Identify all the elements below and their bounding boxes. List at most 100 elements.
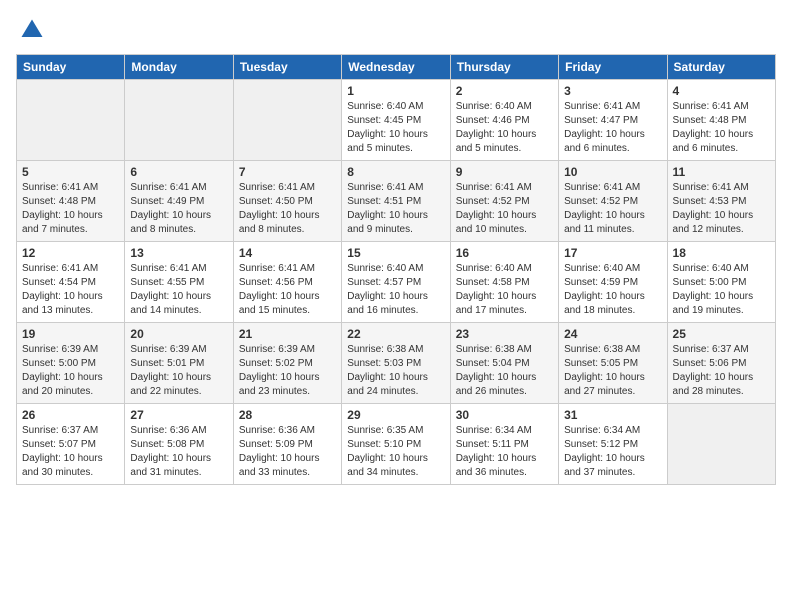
day-info: Sunrise: 6:41 AMSunset: 4:56 PMDaylight:…	[239, 262, 336, 318]
day-info: Sunrise: 6:38 AMSunset: 5:04 PMDaylight:…	[456, 343, 553, 399]
day-number: 11	[673, 165, 770, 179]
calendar-cell: 4Sunrise: 6:41 AMSunset: 4:48 PMDaylight…	[667, 80, 775, 161]
day-info: Sunrise: 6:41 AMSunset: 4:53 PMDaylight:…	[673, 181, 770, 237]
day-number: 24	[564, 327, 661, 341]
day-number: 7	[239, 165, 336, 179]
day-number: 8	[347, 165, 444, 179]
calendar-cell: 29 Sunrise: 6:35 AMSunset: 5:10 PMDayligh…	[342, 404, 450, 485]
day-info: Sunrise: 6:39 AMSunset: 5:00 PMDaylight:…	[22, 343, 119, 399]
day-number: 28	[239, 408, 336, 422]
calendar-week-4: 19 Sunrise: 6:39 AMSunset: 5:00 PMDayligh…	[17, 323, 776, 404]
day-info: Sunrise: 6:39 AMSunset: 5:01 PMDaylight:…	[130, 343, 227, 399]
calendar-cell: 1 Sunrise: 6:40 AMSunset: 4:45 PMDaylight…	[342, 80, 450, 161]
day-info: Sunrise: 6:41 AMSunset: 4:52 PMDaylight:…	[456, 181, 553, 237]
day-number: 9	[456, 165, 553, 179]
day-info: Sunrise: 6:41 AMSunset: 4:47 PMDaylight:…	[564, 100, 661, 156]
calendar-cell: 16 Sunrise: 6:40 AMSunset: 4:58 PMDayligh…	[450, 242, 558, 323]
calendar-cell: 22Sunrise: 6:38 AMSunset: 5:03 PMDayligh…	[342, 323, 450, 404]
day-number: 29	[347, 408, 444, 422]
calendar-cell	[233, 80, 341, 161]
calendar-cell: 27 Sunrise: 6:36 AMSunset: 5:08 PMDayligh…	[125, 404, 233, 485]
day-info: Sunrise: 6:34 AMSunset: 5:12 PMDaylight:…	[564, 424, 661, 480]
calendar-week-3: 12Sunrise: 6:41 AMSunset: 4:54 PMDayligh…	[17, 242, 776, 323]
day-number: 6	[130, 165, 227, 179]
calendar-cell: 10Sunrise: 6:41 AMSunset: 4:52 PMDayligh…	[559, 161, 667, 242]
day-number: 30	[456, 408, 553, 422]
day-info: Sunrise: 6:40 AMSunset: 4:59 PMDaylight:…	[564, 262, 661, 318]
calendar-header-wednesday: Wednesday	[342, 55, 450, 80]
calendar-header-sunday: Sunday	[17, 55, 125, 80]
day-info: Sunrise: 6:37 AMSunset: 5:06 PMDaylight:…	[673, 343, 770, 399]
day-number: 1	[347, 84, 444, 98]
day-info: Sunrise: 6:37 AMSunset: 5:07 PMDaylight:…	[22, 424, 119, 480]
day-number: 23	[456, 327, 553, 341]
day-info: Sunrise: 6:39 AMSunset: 5:02 PMDaylight:…	[239, 343, 336, 399]
calendar-header-saturday: Saturday	[667, 55, 775, 80]
page-header	[16, 16, 776, 44]
calendar-cell: 17 Sunrise: 6:40 AMSunset: 4:59 PMDayligh…	[559, 242, 667, 323]
calendar-cell: 2 Sunrise: 6:40 AMSunset: 4:46 PMDaylight…	[450, 80, 558, 161]
logo-icon	[18, 16, 46, 44]
calendar-cell: 15 Sunrise: 6:40 AMSunset: 4:57 PMDayligh…	[342, 242, 450, 323]
day-number: 4	[673, 84, 770, 98]
logo	[16, 16, 46, 44]
day-info: Sunrise: 6:41 AMSunset: 4:50 PMDaylight:…	[239, 181, 336, 237]
day-info: Sunrise: 6:41 AMSunset: 4:51 PMDaylight:…	[347, 181, 444, 237]
calendar-cell: 5 Sunrise: 6:41 AMSunset: 4:48 PMDaylight…	[17, 161, 125, 242]
day-number: 14	[239, 246, 336, 260]
day-info: Sunrise: 6:41 AMSunset: 4:52 PMDaylight:…	[564, 181, 661, 237]
day-number: 19	[22, 327, 119, 341]
day-number: 22	[347, 327, 444, 341]
calendar-cell: 19 Sunrise: 6:39 AMSunset: 5:00 PMDayligh…	[17, 323, 125, 404]
day-info: Sunrise: 6:41 AMSunset: 4:49 PMDaylight:…	[130, 181, 227, 237]
day-info: Sunrise: 6:35 AMSunset: 5:10 PMDaylight:…	[347, 424, 444, 480]
day-info: Sunrise: 6:40 AMSunset: 4:46 PMDaylight:…	[456, 100, 553, 156]
day-info: Sunrise: 6:40 AMSunset: 4:58 PMDaylight:…	[456, 262, 553, 318]
day-number: 15	[347, 246, 444, 260]
calendar-header-friday: Friday	[559, 55, 667, 80]
day-number: 16	[456, 246, 553, 260]
day-number: 5	[22, 165, 119, 179]
day-info: Sunrise: 6:36 AMSunset: 5:08 PMDaylight:…	[130, 424, 227, 480]
calendar-cell: 18 Sunrise: 6:40 AMSunset: 5:00 PMDayligh…	[667, 242, 775, 323]
calendar-week-2: 5 Sunrise: 6:41 AMSunset: 4:48 PMDaylight…	[17, 161, 776, 242]
calendar-cell: 13 Sunrise: 6:41 AMSunset: 4:55 PMDayligh…	[125, 242, 233, 323]
calendar-cell: 9 Sunrise: 6:41 AMSunset: 4:52 PMDaylight…	[450, 161, 558, 242]
calendar-cell: 21 Sunrise: 6:39 AMSunset: 5:02 PMDayligh…	[233, 323, 341, 404]
day-info: Sunrise: 6:36 AMSunset: 5:09 PMDaylight:…	[239, 424, 336, 480]
calendar-cell: 11 Sunrise: 6:41 AMSunset: 4:53 PMDayligh…	[667, 161, 775, 242]
day-info: Sunrise: 6:40 AMSunset: 5:00 PMDaylight:…	[673, 262, 770, 318]
calendar-cell	[667, 404, 775, 485]
day-number: 17	[564, 246, 661, 260]
calendar-header-row: SundayMondayTuesdayWednesdayThursdayFrid…	[17, 55, 776, 80]
calendar-cell: 24 Sunrise: 6:38 AMSunset: 5:05 PMDayligh…	[559, 323, 667, 404]
calendar-cell: 7 Sunrise: 6:41 AMSunset: 4:50 PMDaylight…	[233, 161, 341, 242]
day-info: Sunrise: 6:40 AMSunset: 4:45 PMDaylight:…	[347, 100, 444, 156]
day-number: 27	[130, 408, 227, 422]
calendar-header-tuesday: Tuesday	[233, 55, 341, 80]
day-number: 12	[22, 246, 119, 260]
day-info: Sunrise: 6:34 AMSunset: 5:11 PMDaylight:…	[456, 424, 553, 480]
calendar-cell: 14 Sunrise: 6:41 AMSunset: 4:56 PMDayligh…	[233, 242, 341, 323]
day-number: 20	[130, 327, 227, 341]
day-number: 2	[456, 84, 553, 98]
calendar-cell: 26 Sunrise: 6:37 AMSunset: 5:07 PMDayligh…	[17, 404, 125, 485]
calendar-cell: 6 Sunrise: 6:41 AMSunset: 4:49 PMDaylight…	[125, 161, 233, 242]
calendar-cell: 20 Sunrise: 6:39 AMSunset: 5:01 PMDayligh…	[125, 323, 233, 404]
calendar-cell	[17, 80, 125, 161]
day-info: Sunrise: 6:41 AMSunset: 4:48 PMDaylight:…	[22, 181, 119, 237]
day-number: 26	[22, 408, 119, 422]
calendar-cell: 23 Sunrise: 6:38 AMSunset: 5:04 PMDayligh…	[450, 323, 558, 404]
calendar-cell: 31 Sunrise: 6:34 AMSunset: 5:12 PMDayligh…	[559, 404, 667, 485]
calendar-cell: 30 Sunrise: 6:34 AMSunset: 5:11 PMDayligh…	[450, 404, 558, 485]
day-number: 31	[564, 408, 661, 422]
calendar-cell: 25Sunrise: 6:37 AMSunset: 5:06 PMDayligh…	[667, 323, 775, 404]
day-number: 21	[239, 327, 336, 341]
day-number: 18	[673, 246, 770, 260]
day-info: Sunrise: 6:41 AMSunset: 4:55 PMDaylight:…	[130, 262, 227, 318]
calendar-week-5: 26 Sunrise: 6:37 AMSunset: 5:07 PMDayligh…	[17, 404, 776, 485]
day-number: 13	[130, 246, 227, 260]
day-info: Sunrise: 6:38 AMSunset: 5:05 PMDaylight:…	[564, 343, 661, 399]
calendar-cell: 12Sunrise: 6:41 AMSunset: 4:54 PMDayligh…	[17, 242, 125, 323]
day-info: Sunrise: 6:40 AMSunset: 4:57 PMDaylight:…	[347, 262, 444, 318]
